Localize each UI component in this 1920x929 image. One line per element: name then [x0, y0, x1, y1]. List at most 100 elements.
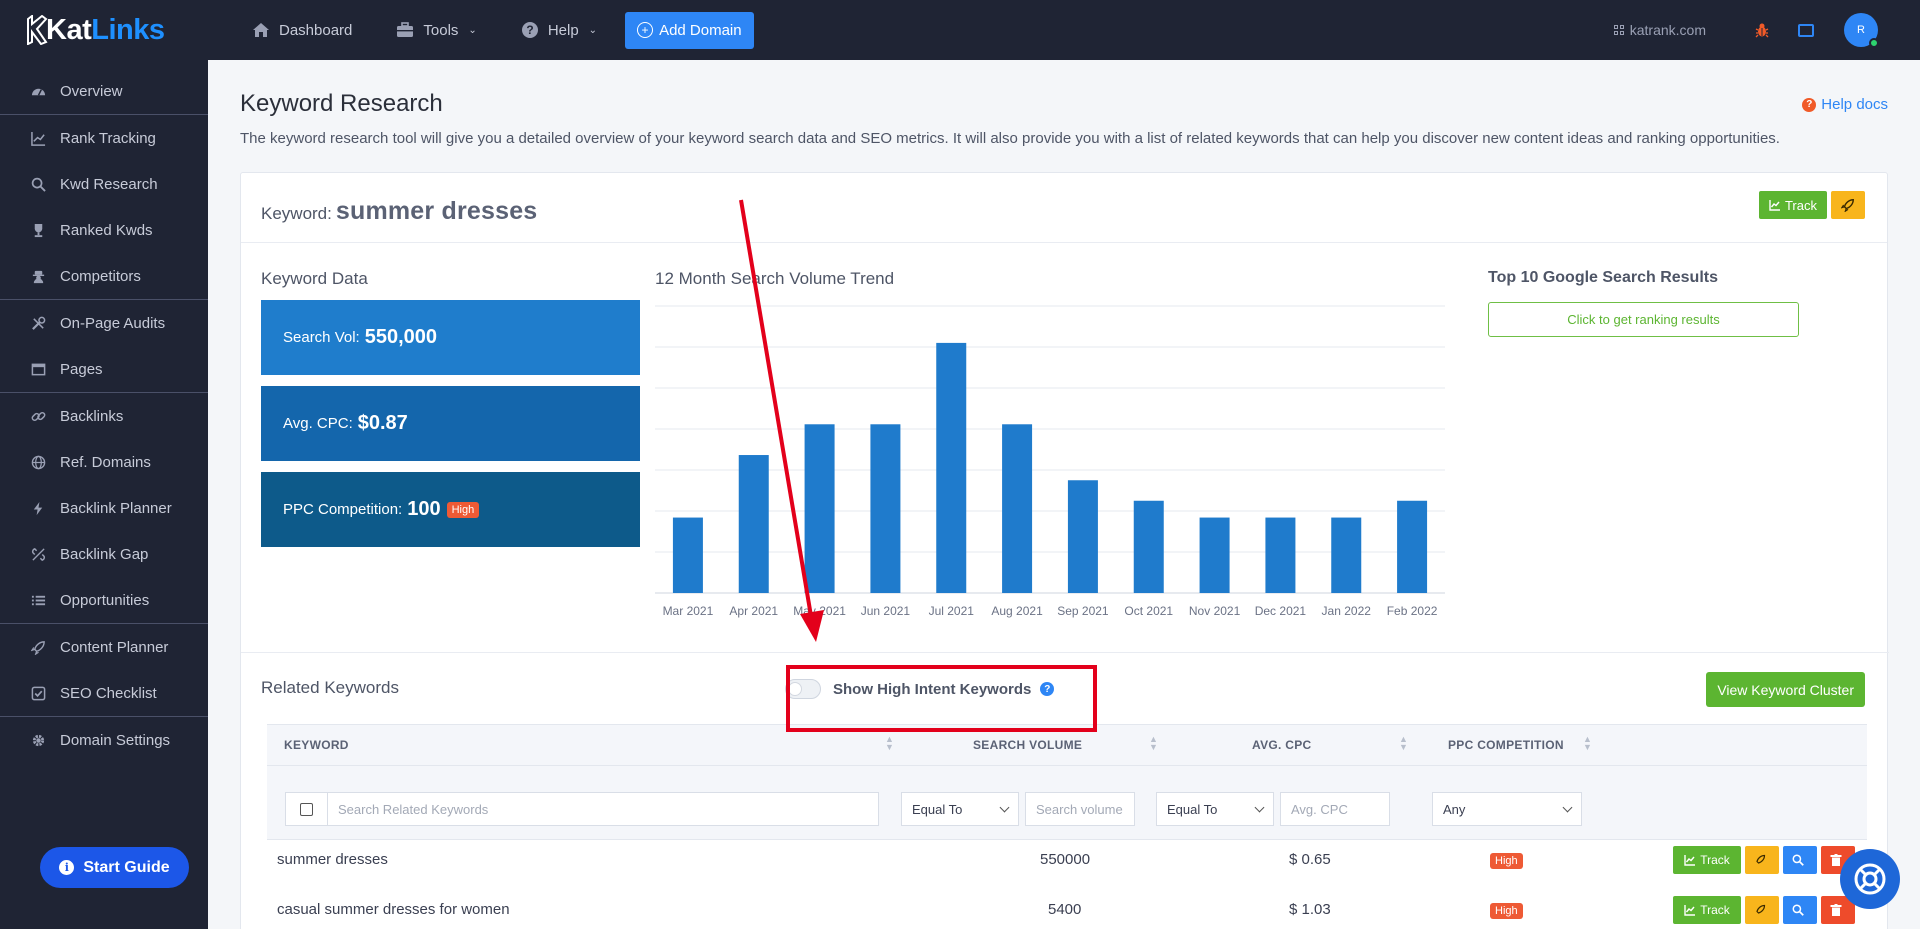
- page-title: Keyword Research: [240, 90, 443, 117]
- column-header-keyword[interactable]: KEYWORD: [284, 738, 349, 752]
- sidebar-item-label: Competitors: [60, 267, 141, 285]
- view-keyword-cluster-button[interactable]: View Keyword Cluster: [1706, 672, 1865, 707]
- related-keywords-title: Related Keywords: [261, 678, 399, 697]
- sidebar-item-backlinks[interactable]: Backlinks: [0, 393, 208, 439]
- cpc-operator-value: Equal To: [1167, 801, 1218, 817]
- sidebar-item-label: Rank Tracking: [60, 129, 156, 147]
- search-vol-value: 550,000: [364, 326, 438, 348]
- volume-input[interactable]: Search volume: [1025, 792, 1135, 826]
- column-header-search-volume[interactable]: SEARCH VOLUME: [973, 738, 1082, 752]
- keyword-search-input[interactable]: Search Related Keywords: [327, 792, 879, 826]
- row-track-button[interactable]: Track: [1673, 896, 1741, 924]
- bug-icon[interactable]: [1754, 22, 1770, 38]
- cpc-label: Avg. CPC:: [283, 415, 353, 432]
- chart-bar[interactable]: [1265, 517, 1296, 593]
- brand-logo[interactable]: Kat Links: [0, 0, 208, 60]
- sort-icon[interactable]: ▲ ▼: [1149, 735, 1158, 752]
- line-chart-icon: [1769, 200, 1780, 211]
- chart-bar[interactable]: [672, 517, 703, 593]
- row-research-button[interactable]: [1783, 896, 1817, 924]
- nav-tools[interactable]: Tools ⌄: [396, 21, 477, 39]
- row-cpc: $ 1.03: [1289, 901, 1331, 918]
- sidebar-item-opportunities[interactable]: Opportunities: [0, 577, 208, 623]
- chevron-down-icon: ⌄: [468, 24, 477, 36]
- nav-tools-label: Tools: [423, 21, 459, 39]
- chart-bar[interactable]: [1002, 424, 1033, 593]
- row-research-button[interactable]: [1783, 846, 1817, 874]
- sidebar-item-pages[interactable]: Pages: [0, 346, 208, 392]
- screen-icon[interactable]: [1798, 23, 1814, 37]
- volume-operator-select[interactable]: Equal To: [901, 792, 1019, 826]
- nav-dashboard[interactable]: Dashboard: [252, 21, 352, 39]
- chart-x-tick-label: Sep 2021: [1057, 604, 1109, 618]
- table-row: summer dresses 550000 $ 0.65 High Track: [267, 840, 1867, 890]
- chart-bar[interactable]: [1133, 500, 1164, 593]
- sidebar-item-domain-settings[interactable]: Domain Settings: [0, 717, 208, 763]
- chart-x-tick-label: Dec 2021: [1255, 604, 1307, 618]
- row-track-label: Track: [1700, 903, 1730, 917]
- chart-bar[interactable]: [804, 424, 835, 593]
- row-actions: Track: [1673, 846, 1859, 874]
- volume-operator-value: Equal To: [912, 801, 963, 817]
- start-guide-button[interactable]: i Start Guide: [40, 847, 189, 888]
- sidebar-item-label: Overview: [60, 82, 123, 100]
- sidebar-item-competitors[interactable]: Competitors: [0, 253, 208, 299]
- chart-bar[interactable]: [738, 455, 769, 593]
- ppc-competition-box: PPC Competition: 100 High: [261, 472, 640, 547]
- track-keyword-button[interactable]: Track: [1758, 191, 1827, 219]
- sort-icon[interactable]: ▲ ▼: [885, 735, 894, 752]
- cpc-operator-select[interactable]: Equal To: [1156, 792, 1274, 826]
- chevron-down-icon: [1562, 802, 1573, 813]
- support-lifebuoy-button[interactable]: [1840, 849, 1900, 909]
- chart-x-tick-label: Oct 2021: [1124, 604, 1173, 618]
- sidebar-item-on-page-audits[interactable]: On-Page Audits: [0, 300, 208, 346]
- sidebar-item-content-planner[interactable]: Content Planner: [0, 624, 208, 670]
- site-selector[interactable]: katrank.com: [1614, 22, 1706, 38]
- sidebar-item-ref-domains[interactable]: Ref. Domains: [0, 439, 208, 485]
- chart-bar[interactable]: [936, 342, 967, 593]
- chart-bar[interactable]: [1067, 480, 1098, 593]
- chart-bar[interactable]: [870, 424, 901, 593]
- site-name: katrank.com: [1629, 22, 1706, 38]
- column-header-ppc-competition[interactable]: PPC COMPETITION: [1448, 738, 1564, 752]
- content-planner-button[interactable]: [1831, 191, 1865, 219]
- chart-x-tick-label: Jul 2021: [929, 604, 975, 618]
- gear-icon: [30, 732, 46, 748]
- sidebar-item-rank-tracking[interactable]: Rank Tracking: [0, 115, 208, 161]
- row-content-planner-button[interactable]: [1745, 846, 1779, 874]
- chevron-down-icon: [999, 802, 1010, 813]
- nav-help[interactable]: ? Help ⌄: [521, 21, 597, 39]
- sidebar-item-label: Ref. Domains: [60, 453, 151, 471]
- row-content-planner-button[interactable]: [1745, 896, 1779, 924]
- chart-bar[interactable]: [1331, 517, 1362, 593]
- cpc-input[interactable]: Avg. CPC: [1280, 792, 1390, 826]
- link-icon: [30, 408, 46, 424]
- page-description: The keyword research tool will give you …: [240, 130, 1780, 147]
- column-header-avg-cpc[interactable]: AVG. CPC: [1252, 738, 1312, 752]
- row-keyword[interactable]: summer dresses: [277, 851, 388, 868]
- cpc-value: $0.87: [357, 412, 408, 434]
- keyword-label: Keyword:: [261, 204, 332, 223]
- sidebar-item-seo-checklist[interactable]: SEO Checklist: [0, 670, 208, 716]
- select-all-checkbox[interactable]: [285, 792, 327, 826]
- sidebar-item-kwd-research[interactable]: Kwd Research: [0, 161, 208, 207]
- chart-bar[interactable]: [1199, 517, 1230, 593]
- get-ranking-results-button[interactable]: Click to get ranking results: [1488, 302, 1799, 337]
- brand-part2: Links: [91, 13, 165, 46]
- chart-bar[interactable]: [1397, 500, 1428, 593]
- sort-icon[interactable]: ▲ ▼: [1583, 735, 1592, 752]
- add-domain-button[interactable]: + Add Domain: [625, 11, 754, 49]
- sidebar-item-backlink-gap[interactable]: Backlink Gap: [0, 531, 208, 577]
- row-keyword[interactable]: casual summer dresses for women: [277, 901, 510, 918]
- avatar[interactable]: R: [1844, 13, 1879, 48]
- chart-x-tick-label: Aug 2021: [991, 604, 1043, 618]
- sidebar-item-backlink-planner[interactable]: Backlink Planner: [0, 485, 208, 531]
- sort-icon[interactable]: ▲ ▼: [1399, 735, 1408, 752]
- sidebar-item-ranked-kwds[interactable]: Ranked Kwds: [0, 207, 208, 253]
- sidebar-item-overview[interactable]: Overview: [0, 68, 208, 114]
- help-docs-link[interactable]: ? Help docs: [1802, 96, 1888, 113]
- competition-select[interactable]: Any: [1432, 792, 1582, 826]
- row-track-button[interactable]: Track: [1673, 846, 1741, 874]
- top-navbar: Dashboard Tools ⌄ ? Help ⌄ + Add Domain …: [208, 0, 1920, 60]
- rocket-icon: [1841, 199, 1854, 212]
